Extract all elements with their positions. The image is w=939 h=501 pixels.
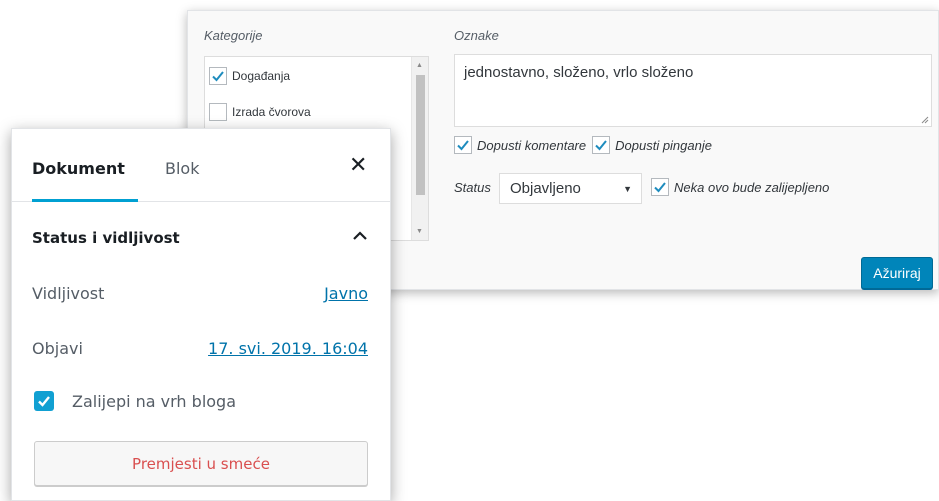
tags-textarea[interactable]: jednostavno, složeno, vrlo složeno bbox=[454, 54, 932, 127]
chevron-down-icon: ▼ bbox=[623, 184, 632, 194]
allow-pings-checkbox[interactable] bbox=[592, 136, 611, 154]
sticky-row: Neka ovo bude zalijepljeno bbox=[651, 178, 835, 196]
allow-pings-label: Dopusti pinganje bbox=[615, 137, 712, 153]
close-icon[interactable]: ✕ bbox=[349, 155, 367, 177]
sticky-checkbox[interactable] bbox=[651, 178, 669, 196]
category-item-dogadanja[interactable]: Događanja bbox=[209, 66, 290, 86]
sidebar-tabs: Dokument Blok ✕ bbox=[12, 129, 390, 202]
resize-grip-icon[interactable] bbox=[921, 116, 929, 124]
scroll-up-arrow-icon[interactable]: ▲ bbox=[416, 62, 423, 69]
allow-comments-checkbox[interactable] bbox=[454, 136, 472, 154]
category-label: Izrada čvorova bbox=[232, 105, 311, 119]
category-checkbox[interactable] bbox=[209, 103, 227, 121]
status-label: Status bbox=[454, 180, 491, 195]
sticky-label: Neka ovo bude zalijepljeno bbox=[674, 179, 830, 195]
document-sidebar: Dokument Blok ✕ Status i vidljivost Vidl… bbox=[11, 128, 391, 501]
category-label: Događanja bbox=[232, 69, 291, 83]
comments-pings-row: Dopusti komentare Dopusti pinganje bbox=[454, 136, 718, 154]
check-icon bbox=[595, 140, 607, 151]
check-icon bbox=[457, 140, 469, 151]
stick-to-top-label: Zalijepi na vrh bloga bbox=[72, 392, 237, 411]
publish-label: Objavi bbox=[32, 339, 83, 358]
tags-value: jednostavno, složeno, vrlo složeno bbox=[464, 64, 694, 81]
stick-to-top-checkbox[interactable] bbox=[34, 391, 54, 411]
tab-block[interactable]: Blok bbox=[165, 159, 199, 178]
check-icon bbox=[654, 182, 666, 193]
move-to-trash-button[interactable]: Premjesti u smeće bbox=[34, 441, 368, 486]
allow-comments-label: Dopusti komentare bbox=[477, 137, 587, 153]
category-checkbox-checked[interactable] bbox=[209, 67, 227, 85]
category-item-izrada-cvorova[interactable]: Izrada čvorova bbox=[209, 102, 311, 122]
visibility-label: Vidljivost bbox=[32, 284, 105, 303]
chevron-up-icon[interactable] bbox=[349, 225, 371, 247]
status-select[interactable]: Objavljeno ▼ bbox=[499, 173, 642, 204]
publish-date-link[interactable]: 17. svi. 2019. 16:04 bbox=[208, 339, 368, 358]
status-value: Objavljeno bbox=[510, 180, 581, 197]
panel-title[interactable]: Status i vidljivost bbox=[32, 229, 180, 247]
tags-label: Oznake bbox=[454, 28, 499, 43]
update-button[interactable]: Ažuriraj bbox=[861, 257, 933, 289]
categories-label: Kategorije bbox=[204, 28, 263, 43]
check-icon bbox=[38, 396, 50, 407]
tab-document[interactable]: Dokument bbox=[32, 159, 125, 178]
visibility-link[interactable]: Javno bbox=[324, 284, 368, 303]
check-icon bbox=[212, 71, 224, 82]
active-tab-indicator bbox=[32, 199, 138, 202]
scroll-thumb[interactable] bbox=[416, 75, 425, 195]
categories-scrollbar[interactable]: ▲ ▼ bbox=[411, 57, 428, 240]
scroll-down-arrow-icon[interactable]: ▼ bbox=[416, 228, 423, 235]
